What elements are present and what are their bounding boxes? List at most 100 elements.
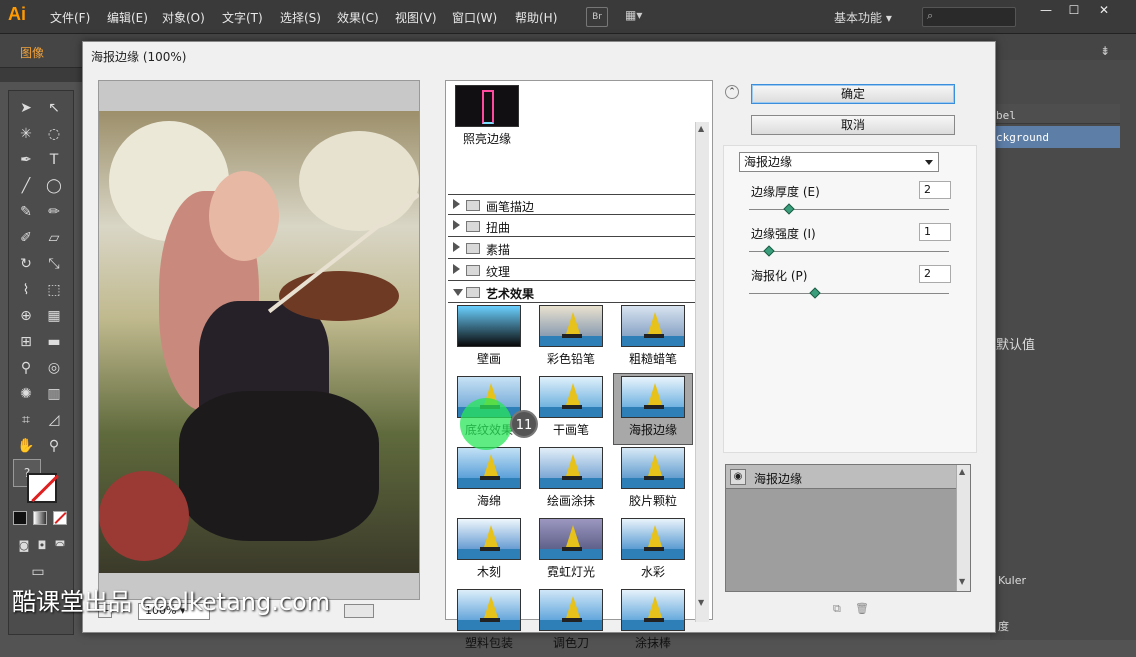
warp-tool-icon[interactable]: ⌇ xyxy=(15,279,37,301)
filter-thumb-glowing-edges[interactable]: 照亮边缘 xyxy=(448,83,526,153)
selection-tool-icon[interactable]: ➤ xyxy=(15,97,37,119)
param-slider-posterization[interactable] xyxy=(749,293,949,294)
screen-mode-icon[interactable]: ▭ xyxy=(27,561,49,583)
perspective-grid-tool-icon[interactable]: ▦ xyxy=(43,305,65,327)
filter-thumb[interactable]: 海报边缘 xyxy=(613,373,693,445)
menu-file[interactable]: 文件(F) xyxy=(50,9,90,26)
param-slider-edge-thickness[interactable] xyxy=(749,209,949,210)
zoom-tool-icon[interactable]: ⚲ xyxy=(43,435,65,457)
delete-effect-layer-icon[interactable]: 🗑 xyxy=(855,602,869,615)
minimize-icon[interactable]: — xyxy=(1036,3,1056,19)
slice-tool-icon[interactable]: ◿ xyxy=(43,409,65,431)
filter-thumb[interactable]: 壁画 xyxy=(450,303,528,373)
menu-window[interactable]: 窗口(W) xyxy=(452,9,497,26)
panel-menu-icon[interactable]: ⇟ xyxy=(1100,44,1110,58)
symbol-sprayer-tool-icon[interactable]: ✺ xyxy=(15,383,37,405)
menu-type[interactable]: 文字(T) xyxy=(222,9,263,26)
scroll-up-icon[interactable]: ▲ xyxy=(698,124,707,133)
filter-thumb[interactable]: 干画笔 xyxy=(532,374,610,444)
menu-select[interactable]: 选择(S) xyxy=(280,9,321,26)
filter-thumb[interactable]: 涂抹棒 xyxy=(614,587,692,657)
filter-thumb[interactable]: 海绵 xyxy=(450,445,528,515)
pen-tool-icon[interactable]: ✒ xyxy=(15,149,37,171)
menu-help[interactable]: 帮助(H) xyxy=(515,9,557,26)
workspace-switcher[interactable]: 基本功能 ▾ xyxy=(834,9,892,26)
blend-tool-icon[interactable]: ◎ xyxy=(43,357,65,379)
filter-thumb[interactable]: 水彩 xyxy=(614,516,692,586)
collapse-gallery-icon[interactable]: ⌃ xyxy=(725,85,739,99)
param-input-edge-thickness[interactable]: 2 xyxy=(919,181,951,199)
filter-thumb[interactable]: 霓虹灯光 xyxy=(532,516,610,586)
column-graph-tool-icon[interactable]: ▥ xyxy=(43,383,65,405)
scroll-down-icon[interactable]: ▼ xyxy=(698,598,707,607)
lasso-tool-icon[interactable]: ◌ xyxy=(43,123,65,145)
mesh-tool-icon[interactable]: ⊞ xyxy=(15,331,37,353)
category-brush-strokes[interactable]: 画笔描边 xyxy=(448,194,696,215)
category-sketch[interactable]: 素描 xyxy=(448,238,696,259)
scroll-up-icon[interactable]: ▲ xyxy=(959,467,965,476)
filter-thumb[interactable]: 木刻 xyxy=(450,516,528,586)
filter-select[interactable]: 海报边缘 xyxy=(739,152,939,172)
hand-tool-icon[interactable]: ✋ xyxy=(15,435,37,457)
defaults-label[interactable]: 默认值 xyxy=(996,334,1035,353)
ok-button[interactable]: 确定 xyxy=(751,84,955,104)
kuler-tab[interactable]: Kuler xyxy=(998,574,1026,587)
shape-builder-tool-icon[interactable]: ⊕ xyxy=(15,305,37,327)
eye-icon[interactable]: ◉ xyxy=(730,469,746,485)
filter-thumb[interactable]: 绘画涂抹 xyxy=(532,445,610,515)
blob-brush-tool-icon[interactable]: ✐ xyxy=(15,227,37,249)
filter-thumb[interactable]: 胶片颗粒 xyxy=(614,445,692,515)
pencil-tool-icon[interactable]: ✏ xyxy=(43,201,65,223)
magic-wand-tool-icon[interactable]: ✳ xyxy=(15,123,37,145)
filter-thumb[interactable]: 彩色铅笔 xyxy=(532,303,610,373)
effect-layer-row[interactable]: ◉ 海报边缘 xyxy=(726,465,956,489)
direct-selection-tool-icon[interactable]: ↖ xyxy=(43,97,65,119)
rotate-tool-icon[interactable]: ↻ xyxy=(15,253,37,275)
bridge-button[interactable]: Br xyxy=(586,7,608,27)
line-tool-icon[interactable]: ╱ xyxy=(15,175,37,197)
preview-pane[interactable] xyxy=(98,80,420,600)
filter-thumb[interactable]: 粗糙蜡笔 xyxy=(614,303,692,373)
horizontal-scrollbar[interactable] xyxy=(344,604,374,618)
scale-tool-icon[interactable]: ⤡ xyxy=(43,253,65,275)
type-tool-icon[interactable]: T xyxy=(43,149,65,171)
eyedropper-tool-icon[interactable]: ⚲ xyxy=(15,357,37,379)
arrange-documents-icon[interactable]: ▦▾ xyxy=(625,8,653,26)
gradient-mode-icon[interactable] xyxy=(33,511,47,525)
stroke-swatch-icon[interactable] xyxy=(27,473,59,503)
param-input-edge-intensity[interactable]: 1 xyxy=(919,223,951,241)
menu-view[interactable]: 视图(V) xyxy=(395,9,437,26)
eraser-tool-icon[interactable]: ▱ xyxy=(43,227,65,249)
category-artistic[interactable]: 艺术效果 xyxy=(448,282,696,303)
menu-edit[interactable]: 编辑(E) xyxy=(107,9,148,26)
ellipse-tool-icon[interactable]: ◯ xyxy=(43,175,65,197)
search-input[interactable]: ⌕ xyxy=(922,7,1016,27)
param-slider-edge-intensity[interactable] xyxy=(749,251,949,252)
none-mode-icon[interactable] xyxy=(53,511,67,525)
filter-thumb-label: 彩色铅笔 xyxy=(546,352,595,366)
maximize-icon[interactable]: ☐ xyxy=(1064,3,1084,19)
draw-inside-icon[interactable]: ◚ xyxy=(49,535,71,557)
new-effect-layer-icon[interactable]: ⧉ xyxy=(833,602,841,616)
scroll-down-icon[interactable]: ▼ xyxy=(959,577,965,586)
menu-object[interactable]: 对象(O) xyxy=(162,9,205,26)
param-input-posterization[interactable]: 2 xyxy=(919,265,951,283)
filter-thumb[interactable]: 塑料包装 xyxy=(450,587,528,657)
artboard-tool-icon[interactable]: ⌗ xyxy=(15,409,37,431)
category-distort[interactable]: 扭曲 xyxy=(448,216,696,237)
cancel-button[interactable]: 取消 xyxy=(751,115,955,135)
filter-thumb[interactable]: 调色刀 xyxy=(532,587,610,657)
color-mode-icon[interactable] xyxy=(13,511,27,525)
filter-thumb-image xyxy=(539,305,603,347)
filter-list-scrollbar[interactable]: ▲ ▼ xyxy=(695,122,709,622)
paintbrush-tool-icon[interactable]: ✎ xyxy=(15,201,37,223)
menu-effect[interactable]: 效果(C) xyxy=(337,9,379,26)
effect-layers-scrollbar[interactable]: ▲ ▼ xyxy=(956,465,970,591)
category-texture[interactable]: 纹理 xyxy=(448,260,696,281)
free-transform-tool-icon[interactable]: ⬚ xyxy=(43,279,65,301)
filter-thumb-label: 塑料包装 xyxy=(464,636,513,650)
layer-name-2[interactable]: ckground xyxy=(996,131,1049,144)
close-icon[interactable]: ✕ xyxy=(1094,3,1114,19)
gradient-tool-icon[interactable]: ▬ xyxy=(43,331,65,353)
layer-name-1[interactable]: bel xyxy=(996,109,1016,122)
